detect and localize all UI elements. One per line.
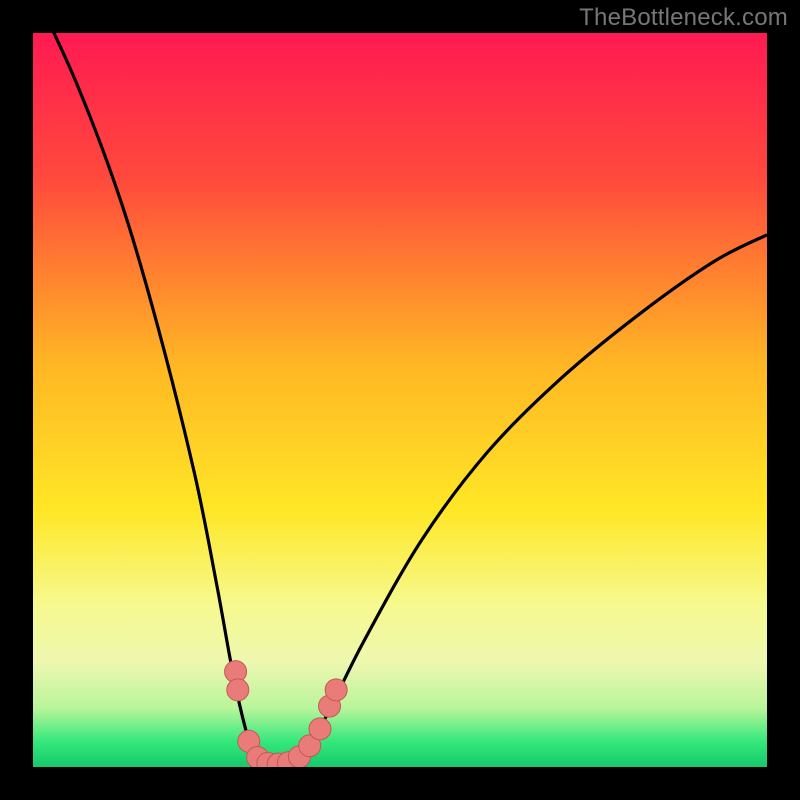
bottleneck-chart [0, 0, 800, 800]
gradient-background [33, 33, 767, 767]
curve-marker [309, 718, 331, 740]
watermark-text: TheBottleneck.com [579, 4, 788, 32]
curve-marker [325, 679, 347, 701]
curve-marker [227, 679, 249, 701]
chart-stage: TheBottleneck.com [0, 0, 800, 800]
